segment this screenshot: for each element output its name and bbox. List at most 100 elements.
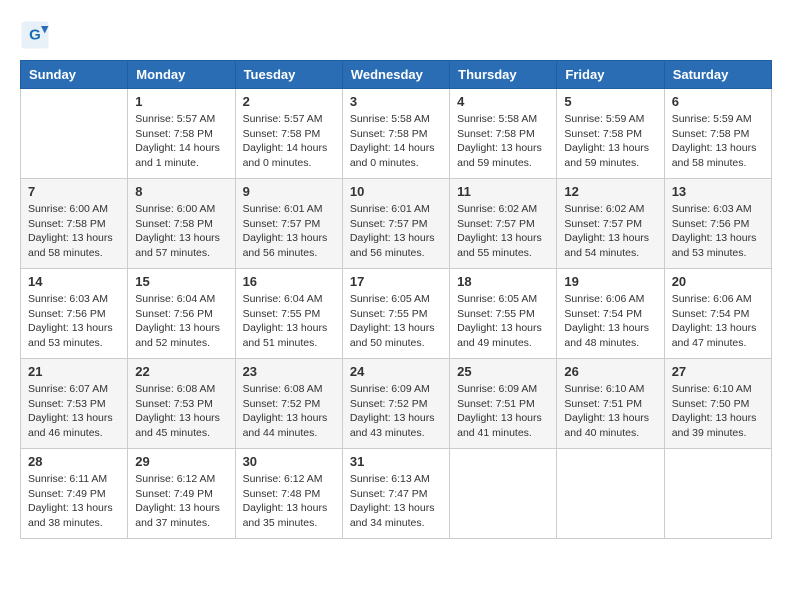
day-info: Sunrise: 6:04 AMSunset: 7:55 PMDaylight:… — [243, 292, 335, 351]
calendar-cell: 12 Sunrise: 6:02 AMSunset: 7:57 PMDayligh… — [557, 179, 664, 269]
calendar-cell: 16 Sunrise: 6:04 AMSunset: 7:55 PMDayligh… — [235, 269, 342, 359]
calendar-week-4: 21 Sunrise: 6:07 AMSunset: 7:53 PMDayligh… — [21, 359, 772, 449]
day-number: 19 — [564, 274, 656, 289]
calendar-cell: 23 Sunrise: 6:08 AMSunset: 7:52 PMDayligh… — [235, 359, 342, 449]
calendar-table: SundayMondayTuesdayWednesdayThursdayFrid… — [20, 60, 772, 539]
calendar-cell: 7 Sunrise: 6:00 AMSunset: 7:58 PMDaylight… — [21, 179, 128, 269]
day-info: Sunrise: 6:01 AMSunset: 7:57 PMDaylight:… — [350, 202, 442, 261]
day-info: Sunrise: 6:09 AMSunset: 7:51 PMDaylight:… — [457, 382, 549, 441]
day-info: Sunrise: 6:03 AMSunset: 7:56 PMDaylight:… — [28, 292, 120, 351]
day-info: Sunrise: 6:03 AMSunset: 7:56 PMDaylight:… — [672, 202, 764, 261]
day-info: Sunrise: 6:12 AMSunset: 7:49 PMDaylight:… — [135, 472, 227, 531]
day-info: Sunrise: 6:06 AMSunset: 7:54 PMDaylight:… — [564, 292, 656, 351]
svg-text:G: G — [29, 27, 41, 44]
calendar-cell: 25Sunrise: 6:09 AMSunset: 7:51 PMDayligh… — [450, 359, 557, 449]
day-info: Sunrise: 5:57 AMSunset: 7:58 PMDaylight:… — [135, 112, 227, 171]
calendar-cell: 14 Sunrise: 6:03 AMSunset: 7:56 PMDayligh… — [21, 269, 128, 359]
calendar-cell: 19 Sunrise: 6:06 AMSunset: 7:54 PMDayligh… — [557, 269, 664, 359]
calendar-cell: 5 Sunrise: 5:59 AMSunset: 7:58 PMDaylight… — [557, 89, 664, 179]
day-number: 23 — [243, 364, 335, 379]
day-info: Sunrise: 6:10 AMSunset: 7:50 PMDaylight:… — [672, 382, 764, 441]
calendar-week-2: 7 Sunrise: 6:00 AMSunset: 7:58 PMDaylight… — [21, 179, 772, 269]
calendar-cell: 8 Sunrise: 6:00 AMSunset: 7:58 PMDaylight… — [128, 179, 235, 269]
calendar-cell: 17 Sunrise: 6:05 AMSunset: 7:55 PMDayligh… — [342, 269, 449, 359]
day-info: Sunrise: 6:10 AMSunset: 7:51 PMDaylight:… — [564, 382, 656, 441]
calendar-cell: 13 Sunrise: 6:03 AMSunset: 7:56 PMDayligh… — [664, 179, 771, 269]
day-number: 9 — [243, 184, 335, 199]
calendar-cell: 11Sunrise: 6:02 AMSunset: 7:57 PMDayligh… — [450, 179, 557, 269]
day-number: 10 — [350, 184, 442, 199]
calendar-cell: 2 Sunrise: 5:57 AMSunset: 7:58 PMDaylight… — [235, 89, 342, 179]
day-info: Sunrise: 6:08 AMSunset: 7:53 PMDaylight:… — [135, 382, 227, 441]
day-number: 28 — [28, 454, 120, 469]
calendar-week-5: 28 Sunrise: 6:11 AMSunset: 7:49 PMDayligh… — [21, 449, 772, 539]
calendar-cell — [664, 449, 771, 539]
day-info: Sunrise: 5:59 AMSunset: 7:58 PMDaylight:… — [672, 112, 764, 171]
day-number: 13 — [672, 184, 764, 199]
day-number: 15 — [135, 274, 227, 289]
day-number: 14 — [28, 274, 120, 289]
day-number: 17 — [350, 274, 442, 289]
calendar-cell: 29 Sunrise: 6:12 AMSunset: 7:49 PMDayligh… — [128, 449, 235, 539]
day-info: Sunrise: 6:07 AMSunset: 7:53 PMDaylight:… — [28, 382, 120, 441]
header-friday: Friday — [557, 61, 664, 89]
day-number: 27 — [672, 364, 764, 379]
day-info: Sunrise: 6:00 AMSunset: 7:58 PMDaylight:… — [28, 202, 120, 261]
day-number: 21 — [28, 364, 120, 379]
header-saturday: Saturday — [664, 61, 771, 89]
calendar-cell — [450, 449, 557, 539]
calendar-week-1: 1 Sunrise: 5:57 AMSunset: 7:58 PMDaylight… — [21, 89, 772, 179]
header-monday: Monday — [128, 61, 235, 89]
day-info: Sunrise: 6:13 AMSunset: 7:47 PMDaylight:… — [350, 472, 442, 531]
day-number: 7 — [28, 184, 120, 199]
day-number: 16 — [243, 274, 335, 289]
day-info: Sunrise: 6:08 AMSunset: 7:52 PMDaylight:… — [243, 382, 335, 441]
day-info: Sunrise: 5:57 AMSunset: 7:58 PMDaylight:… — [243, 112, 335, 171]
day-number: 2 — [243, 94, 335, 109]
calendar-cell: 6 Sunrise: 5:59 AMSunset: 7:58 PMDaylight… — [664, 89, 771, 179]
day-number: 29 — [135, 454, 227, 469]
calendar-cell: 21 Sunrise: 6:07 AMSunset: 7:53 PMDayligh… — [21, 359, 128, 449]
calendar-week-3: 14 Sunrise: 6:03 AMSunset: 7:56 PMDayligh… — [21, 269, 772, 359]
day-info: Sunrise: 6:02 AMSunset: 7:57 PMDaylight:… — [564, 202, 656, 261]
day-info: Sunrise: 6:00 AMSunset: 7:58 PMDaylight:… — [135, 202, 227, 261]
day-info: Sunrise: 6:02 AMSunset: 7:57 PMDaylight:… — [457, 202, 549, 261]
calendar-cell: 20Sunrise: 6:06 AMSunset: 7:54 PMDayligh… — [664, 269, 771, 359]
page-header: G — [20, 20, 772, 50]
day-number: 12 — [564, 184, 656, 199]
day-info: Sunrise: 6:12 AMSunset: 7:48 PMDaylight:… — [243, 472, 335, 531]
calendar-cell: 15Sunrise: 6:04 AMSunset: 7:56 PMDayligh… — [128, 269, 235, 359]
day-number: 8 — [135, 184, 227, 199]
day-number: 31 — [350, 454, 442, 469]
day-number: 3 — [350, 94, 442, 109]
day-number: 5 — [564, 94, 656, 109]
day-number: 1 — [135, 94, 227, 109]
day-info: Sunrise: 6:11 AMSunset: 7:49 PMDaylight:… — [28, 472, 120, 531]
day-number: 22 — [135, 364, 227, 379]
calendar-cell: 1 Sunrise: 5:57 AMSunset: 7:58 PMDaylight… — [128, 89, 235, 179]
day-number: 30 — [243, 454, 335, 469]
calendar-cell: 3 Sunrise: 5:58 AMSunset: 7:58 PMDaylight… — [342, 89, 449, 179]
day-info: Sunrise: 6:01 AMSunset: 7:57 PMDaylight:… — [243, 202, 335, 261]
logo-icon: G — [20, 20, 50, 50]
day-info: Sunrise: 6:05 AMSunset: 7:55 PMDaylight:… — [350, 292, 442, 351]
calendar-cell: 28 Sunrise: 6:11 AMSunset: 7:49 PMDayligh… — [21, 449, 128, 539]
calendar-cell: 26 Sunrise: 6:10 AMSunset: 7:51 PMDayligh… — [557, 359, 664, 449]
calendar-cell: 30 Sunrise: 6:12 AMSunset: 7:48 PMDayligh… — [235, 449, 342, 539]
day-info: Sunrise: 5:58 AMSunset: 7:58 PMDaylight:… — [350, 112, 442, 171]
calendar-cell: 10 Sunrise: 6:01 AMSunset: 7:57 PMDayligh… — [342, 179, 449, 269]
day-number: 20 — [672, 274, 764, 289]
day-info: Sunrise: 6:05 AMSunset: 7:55 PMDaylight:… — [457, 292, 549, 351]
header-sunday: Sunday — [21, 61, 128, 89]
calendar-cell: 24Sunrise: 6:09 AMSunset: 7:52 PMDayligh… — [342, 359, 449, 449]
calendar-cell: 4Sunrise: 5:58 AMSunset: 7:58 PMDaylight… — [450, 89, 557, 179]
day-number: 4 — [457, 94, 549, 109]
header-wednesday: Wednesday — [342, 61, 449, 89]
day-number: 24 — [350, 364, 442, 379]
calendar-cell — [557, 449, 664, 539]
calendar-cell: 27 Sunrise: 6:10 AMSunset: 7:50 PMDayligh… — [664, 359, 771, 449]
day-info: Sunrise: 5:59 AMSunset: 7:58 PMDaylight:… — [564, 112, 656, 171]
day-number: 26 — [564, 364, 656, 379]
calendar-header-row: SundayMondayTuesdayWednesdayThursdayFrid… — [21, 61, 772, 89]
day-number: 6 — [672, 94, 764, 109]
